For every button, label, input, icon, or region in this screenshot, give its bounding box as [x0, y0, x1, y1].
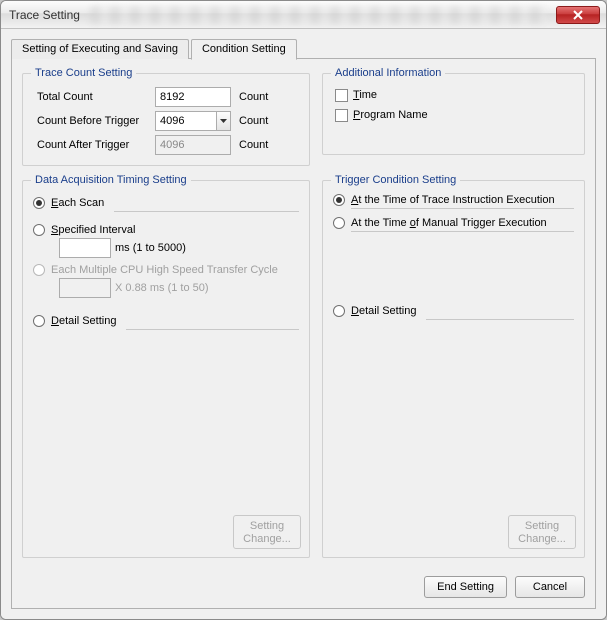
total-count-label: Total Count — [31, 91, 151, 103]
group-daq-timing: Data Acquisition Timing Setting Each Sca… — [22, 174, 310, 558]
radio-trig-detail-label: Detail Setting — [351, 305, 416, 317]
radio-instr-exec-row: At the Time of Trace Instruction Executi… — [333, 194, 574, 206]
group-additional-info-legend: Additional Information — [331, 67, 445, 79]
program-name-label: Program Name — [353, 109, 428, 121]
trig-detail-underline — [426, 306, 574, 320]
bottom-columns: Data Acquisition Timing Setting Each Sca… — [22, 174, 585, 566]
interval-input-row: ms (1 to 5000) — [59, 238, 301, 258]
radio-daq-detail[interactable] — [33, 315, 45, 327]
group-trace-count: Trace Count Setting Total Count Count Co… — [22, 67, 310, 166]
group-trigger-condition: Trigger Condition Setting At the Time of… — [322, 174, 585, 558]
radio-specified-interval[interactable] — [33, 224, 45, 236]
instr-exec-underline — [351, 208, 574, 209]
radio-mult-cpu — [33, 264, 45, 276]
interval-unit: ms (1 to 5000) — [115, 242, 186, 254]
before-trigger-label: Count Before Trigger — [31, 115, 151, 127]
radio-instr-exec[interactable] — [333, 194, 345, 206]
mult-cpu-unit: X 0.88 ms (1 to 50) — [115, 282, 209, 294]
each-scan-underline — [114, 198, 299, 212]
before-trigger-unit: Count — [235, 115, 277, 127]
radio-instr-exec-label: At the Time of Trace Instruction Executi… — [351, 194, 555, 206]
radio-manual-exec[interactable] — [333, 217, 345, 229]
radio-trig-detail[interactable] — [333, 305, 345, 317]
top-columns: Trace Count Setting Total Count Count Co… — [22, 67, 585, 174]
cancel-button[interactable]: Cancel — [515, 576, 585, 598]
radio-specified-interval-row: Specified Interval — [33, 224, 299, 236]
before-trigger-dropdown[interactable] — [216, 112, 230, 130]
mult-cpu-input-row: X 0.88 ms (1 to 50) — [59, 278, 301, 298]
before-trigger-input[interactable] — [156, 112, 216, 130]
manual-exec-underline — [351, 231, 574, 232]
radio-mult-cpu-label: Each Multiple CPU High Speed Transfer Cy… — [51, 264, 278, 276]
radio-manual-exec-label: At the Time of Manual Trigger Execution — [351, 217, 547, 229]
close-button[interactable] — [556, 6, 600, 24]
tab-exec-save[interactable]: Setting of Executing and Saving — [11, 39, 189, 59]
time-label: Time — [353, 89, 377, 101]
radio-daq-detail-row: Detail Setting — [33, 312, 299, 330]
radio-each-scan-label: Each Scan — [51, 197, 104, 209]
total-count-input[interactable] — [155, 87, 231, 107]
dialog-window: Trace Setting Setting of Executing and S… — [0, 0, 607, 620]
after-trigger-label: Count After Trigger — [31, 139, 151, 151]
tab-strip: Setting of Executing and Saving Conditio… — [11, 35, 596, 59]
program-name-checkbox[interactable] — [335, 109, 348, 122]
after-trigger-input — [155, 135, 231, 155]
radio-specified-interval-label: Specified Interval — [51, 224, 135, 236]
radio-trig-detail-row: Detail Setting — [333, 302, 574, 320]
titlebar: Trace Setting — [1, 1, 606, 29]
end-setting-button[interactable]: End Setting — [424, 576, 507, 598]
total-count-unit: Count — [235, 91, 277, 103]
group-trigger-legend: Trigger Condition Setting — [331, 174, 460, 186]
after-trigger-unit: Count — [235, 139, 277, 151]
tab-panel-condition: Trace Count Setting Total Count Count Co… — [11, 58, 596, 609]
radio-manual-exec-row: At the Time of Manual Trigger Execution — [333, 217, 574, 229]
window-title: Trace Setting — [9, 8, 80, 22]
client-area: Setting of Executing and Saving Conditio… — [1, 29, 606, 619]
radio-each-scan-row: Each Scan — [33, 194, 299, 212]
daq-setting-change-button: SettingChange... — [233, 515, 301, 549]
interval-input[interactable] — [59, 238, 111, 258]
close-icon — [573, 10, 583, 20]
tab-condition-setting[interactable]: Condition Setting — [191, 39, 297, 60]
group-daq-legend: Data Acquisition Timing Setting — [31, 174, 191, 186]
titlebar-blur — [90, 6, 546, 24]
radio-mult-cpu-row: Each Multiple CPU High Speed Transfer Cy… — [33, 264, 299, 276]
daq-detail-underline — [126, 316, 299, 330]
before-trigger-combo[interactable] — [155, 111, 231, 131]
radio-each-scan[interactable] — [33, 197, 45, 209]
group-trace-count-legend: Trace Count Setting — [31, 67, 136, 79]
mult-cpu-input — [59, 278, 111, 298]
radio-daq-detail-label: Detail Setting — [51, 315, 116, 327]
time-checkbox[interactable] — [335, 89, 348, 102]
trig-setting-change-button: SettingChange... — [508, 515, 576, 549]
chevron-down-icon — [220, 119, 227, 123]
group-additional-info: Additional Information Time Program Name — [322, 67, 585, 155]
dialog-footer: End Setting Cancel — [22, 566, 585, 598]
